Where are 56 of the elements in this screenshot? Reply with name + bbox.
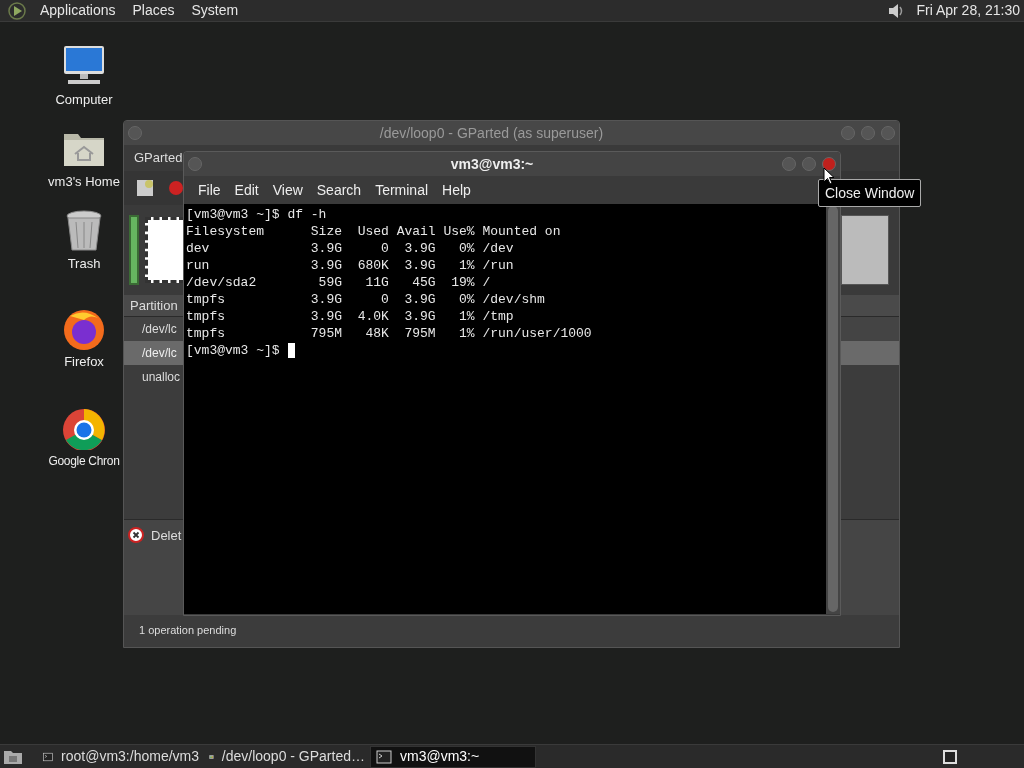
icon-label[interactable]: Trash bbox=[67, 254, 101, 274]
terminal-line: /dev/sda2 59G 11G 45G 19% / bbox=[186, 274, 492, 291]
operation-item: Delet bbox=[151, 527, 182, 545]
workspace-switcher[interactable] bbox=[943, 749, 957, 764]
browser-icon bbox=[60, 406, 108, 450]
table-row[interactable]: /dev/lc bbox=[124, 341, 183, 365]
terminal-line: tmpfs 3.9G 0 3.9G 0% /dev/shm bbox=[186, 291, 546, 308]
text-cursor bbox=[287, 343, 295, 358]
table-row[interactable]: /dev/lc bbox=[124, 317, 183, 341]
taskbar-button[interactable]: /dev/loop0 - GParted… bbox=[204, 745, 370, 768]
icon-label[interactable]: Firefox bbox=[64, 352, 104, 372]
window-title: /dev/loop0 - GParted (as superuser) bbox=[378, 123, 605, 143]
taskbar-button[interactable]: root@vm3:/home/vm3 bbox=[38, 745, 204, 768]
panel-menu[interactable]: Applications bbox=[34, 0, 122, 21]
column-header[interactable]: Partition bbox=[124, 295, 183, 316]
menu-item[interactable]: Search bbox=[311, 179, 367, 201]
terminal-line: tmpfs 3.9G 4.0K 3.9G 1% /tmp bbox=[186, 308, 515, 325]
icon-label[interactable]: Google Chron bbox=[48, 452, 120, 470]
window-control-button[interactable] bbox=[802, 157, 816, 171]
menu-item[interactable]: File bbox=[193, 179, 226, 201]
menu-item[interactable]: Terminal bbox=[370, 179, 434, 201]
taskbar-button[interactable]: vm3@vm3:~ bbox=[370, 745, 536, 768]
terminal-icon bbox=[376, 749, 392, 764]
logo-icon bbox=[7, 0, 27, 21]
partition-bar bbox=[129, 215, 139, 285]
terminal-line: [vm3@vm3 ~]$ df -h bbox=[186, 206, 328, 223]
terminal-line: run 3.9G 680K 3.9G 1% /run bbox=[186, 257, 515, 274]
terminal-line: Filesystem Size Used Avail Use% Mounted on bbox=[186, 223, 562, 240]
delete-icon bbox=[168, 180, 184, 196]
terminal-line: dev 3.9G 0 3.9G 0% /dev bbox=[186, 240, 515, 257]
table-row[interactable]: unalloc bbox=[124, 365, 183, 389]
window-menu-button[interactable] bbox=[188, 157, 202, 171]
window-control-button[interactable] bbox=[841, 126, 855, 140]
menu-item[interactable]: GParted bbox=[134, 148, 183, 168]
window-control-button[interactable] bbox=[861, 126, 875, 140]
window-control-button[interactable] bbox=[782, 157, 796, 171]
terminal-line: tmpfs 795M 48K 795M 1% /run/user/1000 bbox=[186, 325, 593, 342]
menu-item[interactable]: Help bbox=[437, 179, 476, 201]
icon-label[interactable]: Computer bbox=[55, 90, 113, 110]
terminal-prompt: [vm3@vm3 ~]$ bbox=[186, 342, 280, 359]
clock: Fri Apr 28, 21:30 bbox=[916, 1, 1020, 20]
new-icon bbox=[134, 177, 156, 199]
icon-label[interactable]: vm3's Home bbox=[48, 172, 120, 192]
panel-menu[interactable]: System bbox=[185, 0, 245, 21]
scrollbar[interactable] bbox=[826, 204, 840, 614]
menu-item[interactable]: View bbox=[267, 179, 308, 201]
status-text: 1 operation pending bbox=[139, 622, 237, 638]
tooltip: Close Window bbox=[818, 179, 922, 207]
delete-icon bbox=[128, 527, 144, 543]
window-control-button[interactable] bbox=[881, 126, 895, 140]
menu-item[interactable]: Edit bbox=[229, 179, 264, 201]
window-menu-button[interactable] bbox=[128, 126, 142, 140]
cursor-icon bbox=[823, 167, 835, 185]
window-title: vm3@vm3:~ bbox=[449, 154, 535, 174]
window-control-button[interactable] bbox=[822, 157, 836, 171]
panel-menu[interactable]: Places bbox=[126, 0, 181, 21]
